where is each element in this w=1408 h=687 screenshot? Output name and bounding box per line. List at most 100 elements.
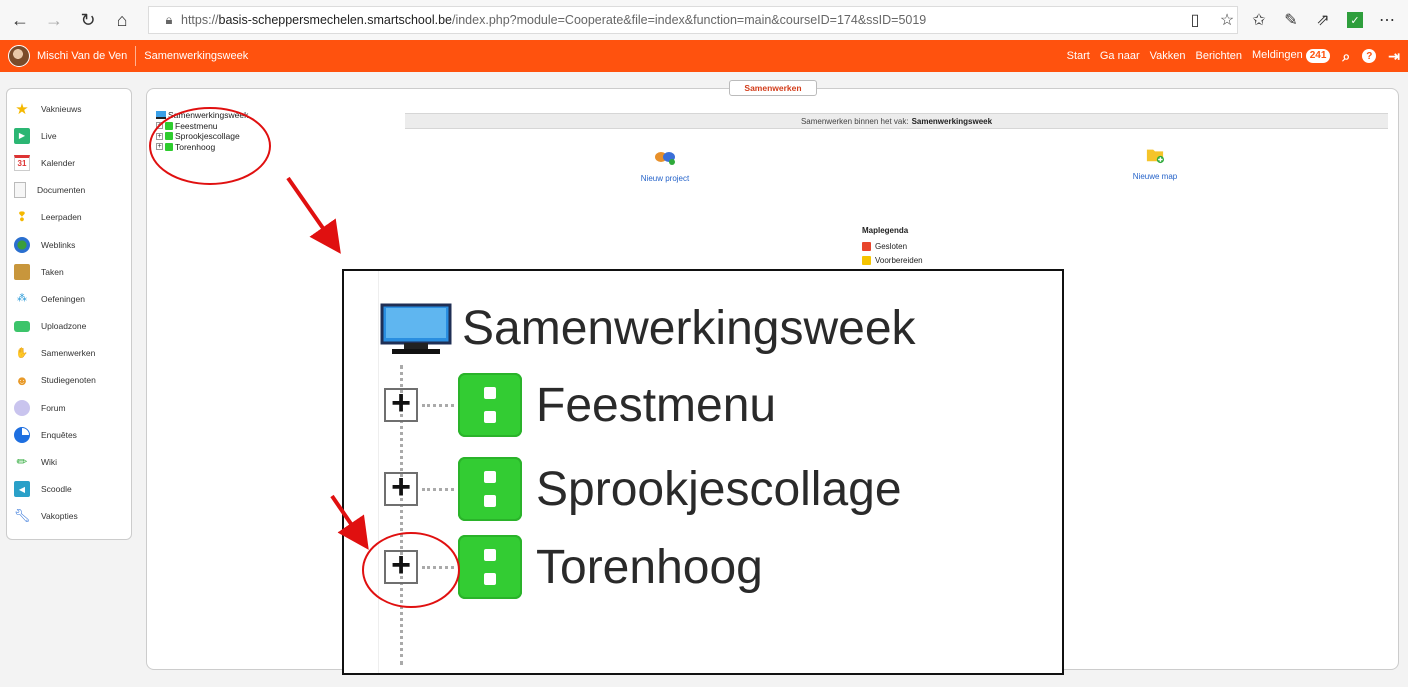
sidebar-item-documenten[interactable]: Documenten: [7, 177, 131, 204]
notifications-badge: 241: [1305, 49, 1331, 63]
sidebar-item-enquetes[interactable]: Enquêtes: [7, 421, 131, 448]
sidebar-item-vaknieuws[interactable]: ★ Vaknieuws: [7, 95, 131, 122]
nav-berichten[interactable]: Berichten: [1195, 50, 1241, 62]
wrench-icon: 🔧︎: [13, 508, 31, 524]
sidebar-item-scoodle[interactable]: ◀ Scoodle: [7, 476, 131, 503]
video-icon: ▶: [14, 127, 30, 144]
user-name[interactable]: Mischi Van de Ven: [37, 50, 127, 62]
exercises-icon: ⁂: [17, 293, 27, 305]
sidebar-item-kalender[interactable]: 31 Kalender: [7, 149, 131, 176]
sidebar-item-forum[interactable]: Forum: [7, 394, 131, 421]
expand-icon: +: [384, 470, 418, 506]
forum-icon: [14, 399, 30, 416]
handshake-icon: ✋: [15, 347, 29, 359]
sidebar-item-weblinks[interactable]: Weblinks: [7, 231, 131, 258]
zoomed-tree-inset: Samenwerkingsweek + Feestmenu + Sprookjesc…: [342, 269, 1064, 675]
sidebar-item-leerpaden[interactable]: ❢ Leerpaden: [7, 204, 131, 231]
tree-item-torenhoog[interactable]: + Torenhoog: [156, 142, 248, 153]
computer-icon: [156, 111, 166, 120]
sidebar-item-taken[interactable]: Taken: [7, 258, 131, 285]
home-icon[interactable]: ⌂: [108, 6, 136, 34]
expand-icon: +: [384, 386, 418, 422]
extension-check-icon[interactable]: ✓: [1340, 6, 1370, 34]
favorite-star-icon[interactable]: ☆: [1212, 6, 1242, 34]
project-tree: Samenwerkingsweek + Feestmenu + Sprookjesc…: [156, 110, 248, 152]
scoodle-icon: ◀: [14, 481, 30, 498]
section-header: Samenwerken binnen het vak: Samenwerkings…: [405, 113, 1388, 129]
expand-icon[interactable]: +: [156, 143, 163, 151]
sidebar-item-uploadzone[interactable]: Uploadzone: [7, 313, 131, 340]
course-name[interactable]: Samenwerkingsweek: [144, 50, 248, 62]
nav-vakken[interactable]: Vakken: [1150, 50, 1186, 62]
new-folder-button[interactable]: Nieuwe map: [1110, 146, 1200, 181]
forward-icon[interactable]: →: [40, 6, 68, 34]
sidebar-item-live[interactable]: ▶ Live: [7, 122, 131, 149]
help-icon[interactable]: ?: [1362, 49, 1377, 63]
sidebar-item-wiki[interactable]: ✏ Wiki: [7, 448, 131, 475]
project-icon: [165, 132, 173, 141]
sidebar-item-vakopties[interactable]: 🔧︎ Vakopties: [7, 503, 131, 530]
address-bar[interactable]: 🔒︎ https://basis-scheppersmechelen.smart…: [148, 6, 1238, 34]
tasks-icon: [14, 263, 30, 280]
closed-status-icon: [862, 242, 871, 251]
smartschool-topbar: Mischi Van de Ven Samenwerkingsweek Star…: [0, 40, 1408, 72]
sidebar-item-samenwerken[interactable]: ✋ Samenwerken: [7, 340, 131, 367]
url-path: /index.php?module=Cooperate&file=index&f…: [451, 13, 927, 27]
tree-item-feestmenu[interactable]: + Feestmenu: [156, 121, 248, 132]
project-icon: [165, 142, 173, 151]
tree-item-sprookjescollage[interactable]: + Sprookjescollage: [156, 131, 248, 142]
calendar-icon: 31: [14, 154, 30, 171]
divider: [135, 46, 137, 66]
top-navigation: Start Ga naar Vakken Berichten Meldingen…: [1057, 40, 1400, 72]
people-icon: ☻: [15, 372, 29, 388]
zoom-tree-root: Samenwerkingsweek: [380, 301, 916, 356]
handshake-icon: [655, 152, 675, 165]
legend-item-voorbereiden: Voorbereiden: [862, 256, 923, 265]
project-icon: [458, 457, 522, 521]
browser-actions: ▯ ☆ ✩ ✎ ⇗ ✓ ⋯: [1180, 6, 1402, 34]
folder-legend: Maplegenda Gesloten Voorbereiden: [862, 226, 923, 270]
project-icon: [458, 373, 522, 437]
lock-icon: 🔒︎: [165, 12, 173, 27]
pie-icon: [14, 426, 30, 443]
pen-icon[interactable]: ✎: [1276, 6, 1306, 34]
folder-add-icon: [1146, 149, 1164, 164]
avatar[interactable]: [8, 45, 30, 67]
search-icon[interactable]: ⌕: [1342, 48, 1350, 65]
reading-view-icon[interactable]: ▯: [1180, 6, 1210, 34]
zoom-tree-item-feestmenu: + Feestmenu: [384, 373, 776, 437]
nav-start[interactable]: Start: [1067, 50, 1090, 62]
more-icon[interactable]: ⋯: [1372, 6, 1402, 34]
nav-ga-naar[interactable]: Ga naar: [1100, 50, 1140, 62]
expand-icon[interactable]: +: [156, 132, 163, 140]
expand-icon[interactable]: +: [156, 122, 163, 130]
zoom-tree-item-sprookjescollage: + Sprookjescollage: [384, 457, 902, 521]
tab-samenwerken[interactable]: Samenwerken: [729, 80, 817, 96]
computer-icon: [380, 303, 452, 354]
legend-item-gesloten: Gesloten: [862, 242, 923, 251]
favorites-list-icon[interactable]: ✩: [1244, 6, 1274, 34]
tree-root[interactable]: Samenwerkingsweek: [156, 110, 248, 121]
refresh-icon[interactable]: ↻: [74, 6, 102, 34]
upload-icon: [14, 320, 30, 332]
sidebar-item-studiegenoten[interactable]: ☻ Studiegenoten: [7, 367, 131, 394]
sidebar-item-oefeningen[interactable]: ⁂ Oefeningen: [7, 285, 131, 312]
new-project-button[interactable]: Nieuw project: [620, 148, 710, 183]
zoom-tree-item-torenhoog: + Torenhoog: [384, 535, 763, 599]
logout-icon[interactable]: ⇥: [1388, 48, 1400, 65]
expand-icon: +: [384, 548, 418, 584]
project-icon: [458, 535, 522, 599]
globe-icon: [14, 236, 30, 253]
notifications-label: Meldingen: [1251, 49, 1303, 61]
preparing-status-icon: [862, 256, 871, 265]
course-tools-sidebar: ★ Vaknieuws ▶ Live 31 Kalender Documenten ❢…: [6, 88, 132, 540]
star-icon: ★: [15, 100, 29, 118]
project-icon: [165, 121, 173, 130]
share-icon[interactable]: ⇗: [1308, 6, 1338, 34]
footprints-icon: ❢: [16, 209, 28, 225]
nav-meldingen[interactable]: Meldingen 241: [1251, 49, 1331, 63]
document-icon: [14, 182, 26, 199]
url-scheme: https://: [181, 13, 219, 27]
back-icon[interactable]: ←: [6, 6, 34, 34]
inset-guide-line: [378, 271, 379, 673]
